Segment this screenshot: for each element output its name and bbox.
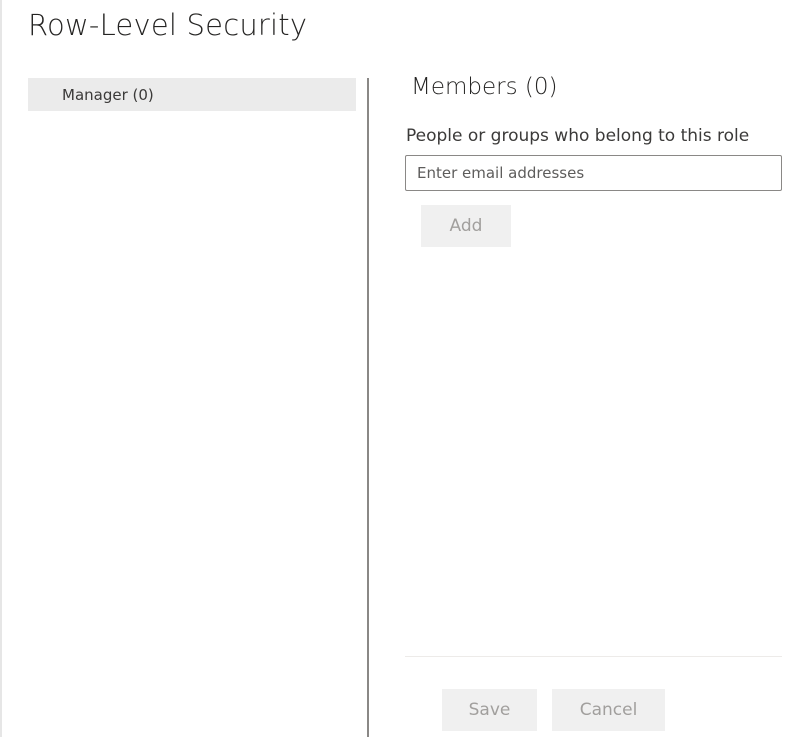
save-button[interactable]: Save (442, 689, 537, 731)
role-list-item-manager[interactable]: Manager (0) (28, 78, 356, 111)
page-title: Row-Level Security (28, 8, 308, 42)
window-left-edge (0, 0, 2, 737)
footer-divider (405, 656, 782, 657)
cancel-button[interactable]: Cancel (552, 689, 665, 731)
role-list-item-label: Manager (0) (62, 85, 154, 104)
email-input[interactable] (405, 155, 782, 191)
members-field-label: People or groups who belong to this role (406, 126, 750, 146)
panel-divider[interactable] (367, 78, 369, 737)
add-button[interactable]: Add (421, 205, 511, 247)
members-heading: Members (0) (411, 74, 558, 100)
